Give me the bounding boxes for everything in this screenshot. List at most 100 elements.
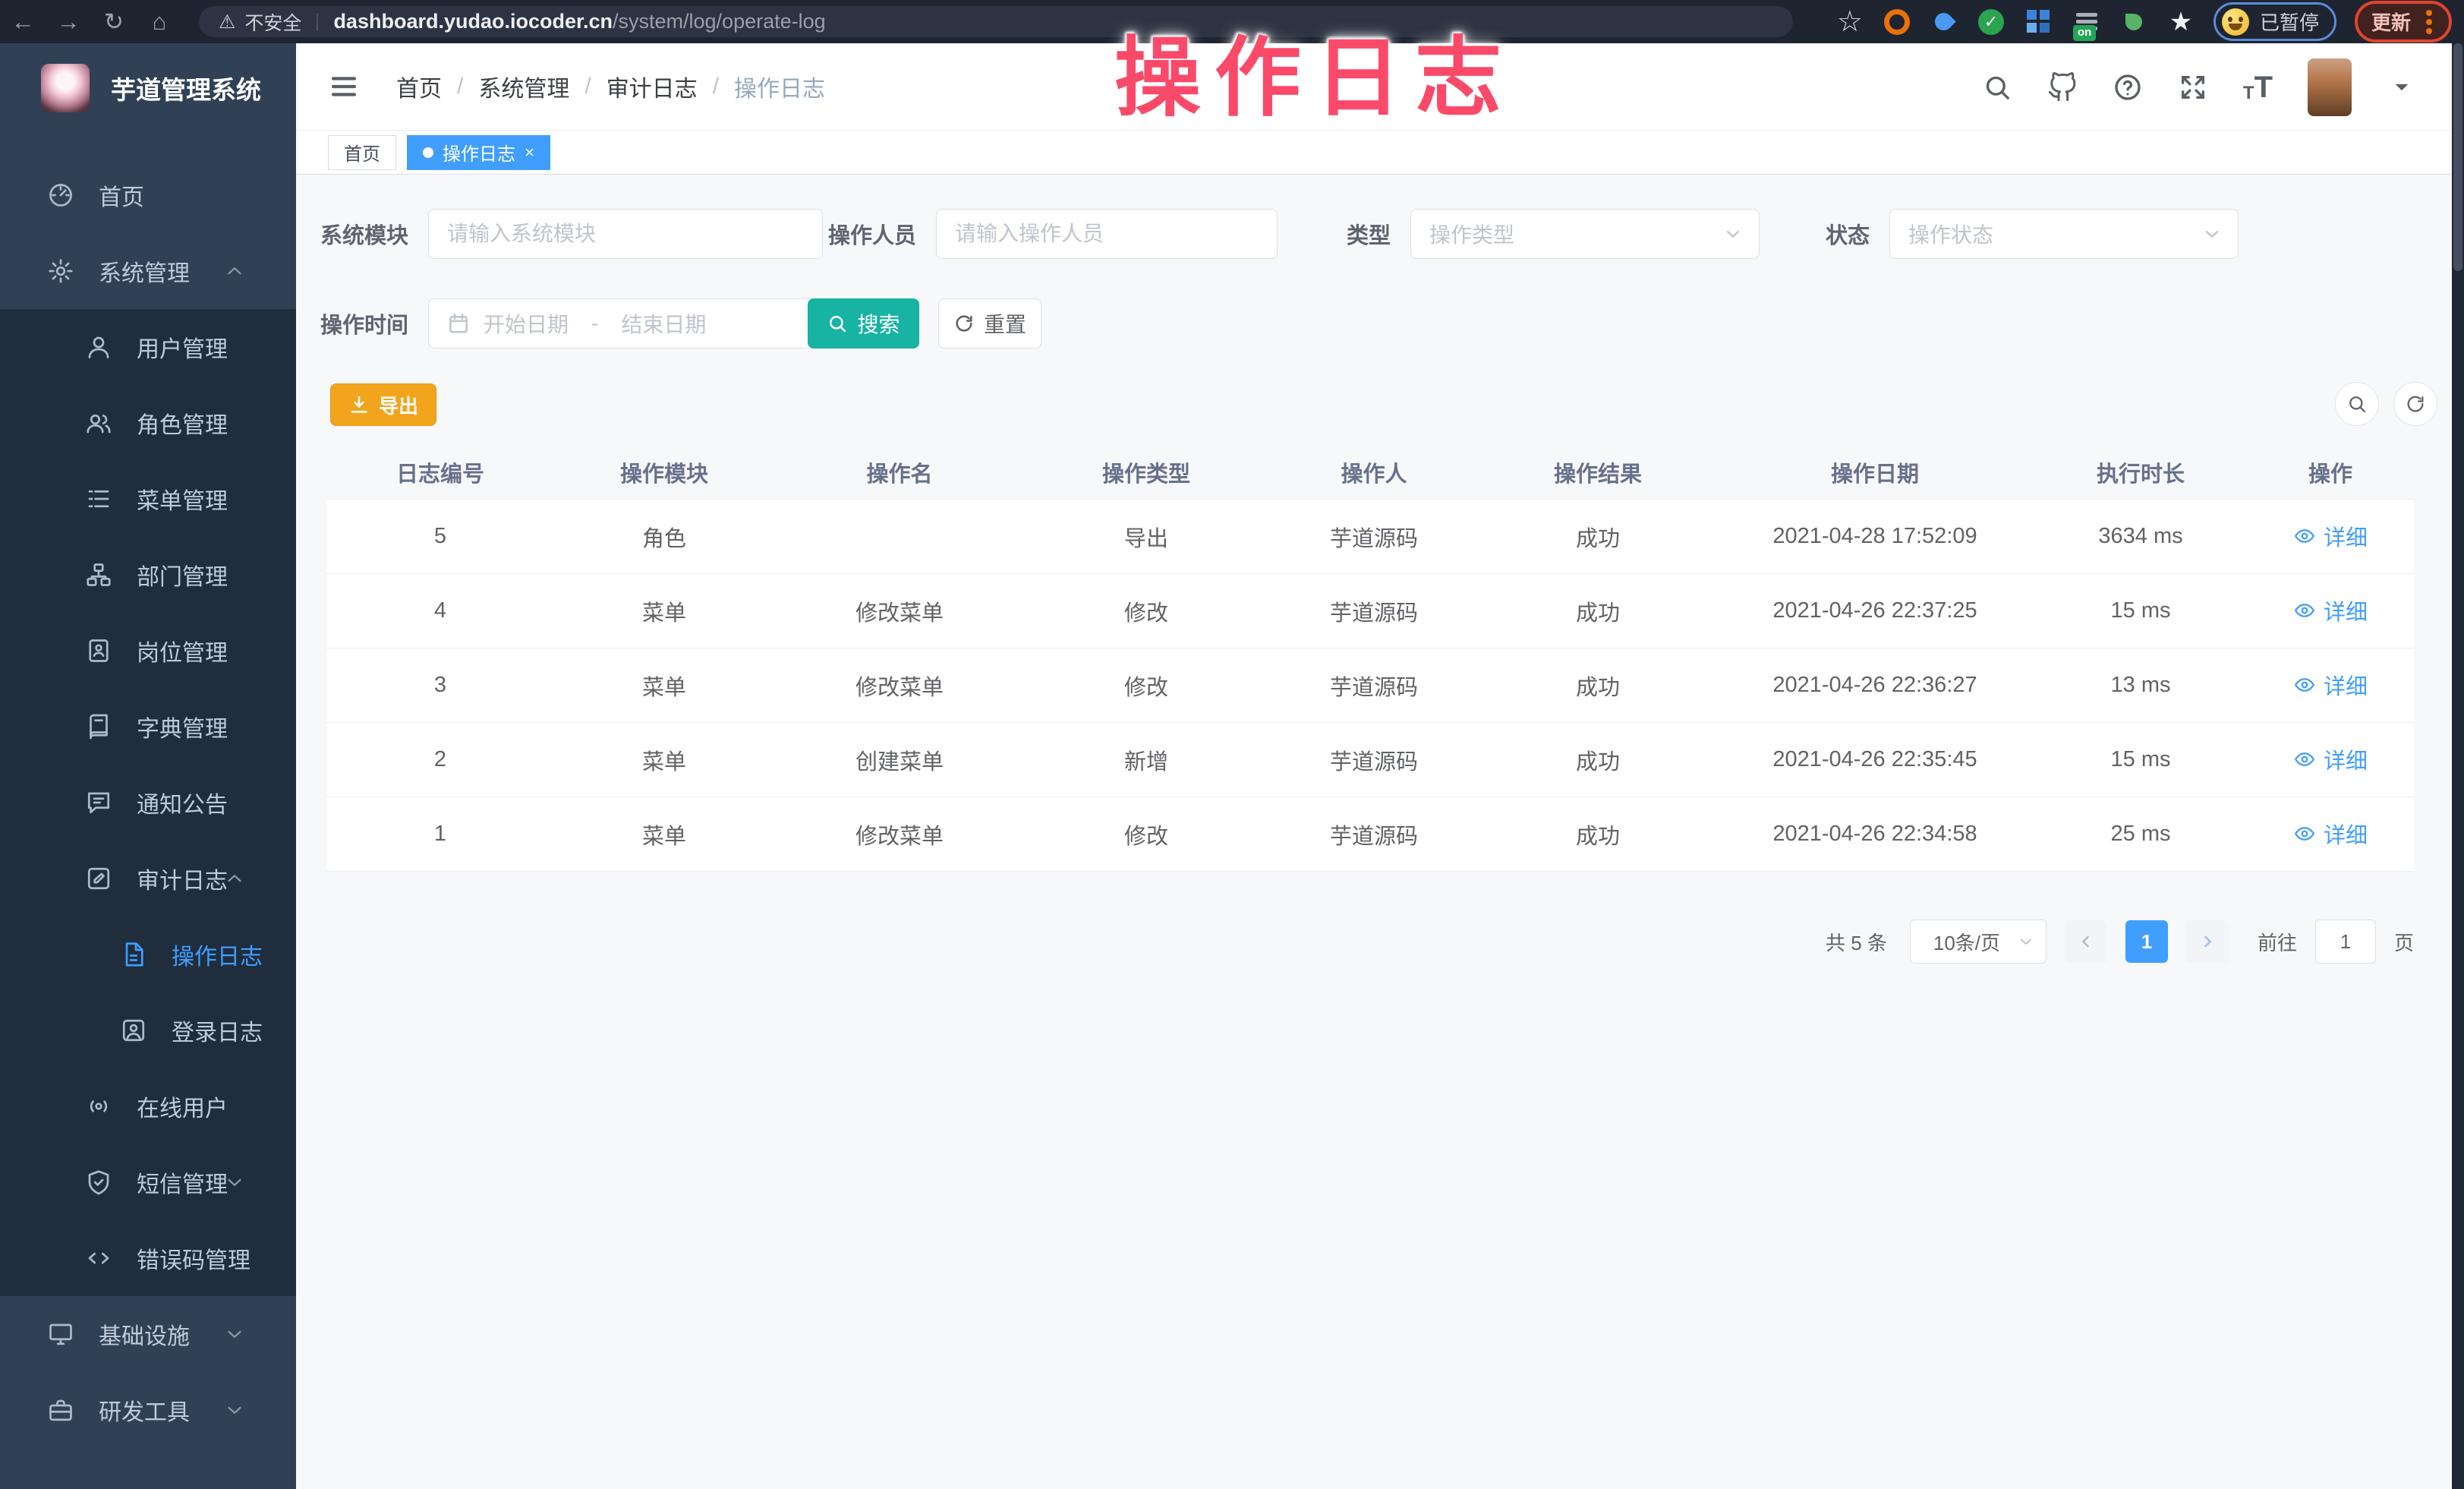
update-label: 更新 (2371, 8, 2411, 36)
avatar[interactable] (2308, 58, 2352, 116)
fullscreen-icon[interactable] (2178, 72, 2208, 103)
sidebar-item-operate-log[interactable]: 操作日志 (0, 916, 296, 992)
scrollbar-thumb[interactable] (2453, 43, 2462, 271)
breadcrumb-item[interactable]: 首页 (396, 70, 442, 103)
extension-green-check-icon[interactable] (1977, 8, 2006, 36)
document-icon (120, 941, 147, 968)
detail-link[interactable]: 详细 (2293, 520, 2368, 552)
sidebar-item-dev-tools[interactable]: 研发工具 (0, 1372, 296, 1448)
module-input[interactable] (428, 209, 823, 259)
pagination: 共 5 条 10条/页 1 前往 页 (1826, 920, 2414, 964)
table-row: 2菜单创建菜单新增芋道源码成功2021-04-26 22:35:4515 ms详… (326, 723, 2414, 797)
sidebar-item-login-log[interactable]: 登录日志 (0, 992, 296, 1068)
table-header-cell: 操作类型 (1025, 456, 1268, 488)
chevron-down-icon (1722, 223, 1744, 244)
next-page-button[interactable] (2186, 920, 2229, 963)
sidebar-item-label: 短信管理 (137, 1166, 228, 1199)
browser-update-button[interactable]: 更新 (2355, 1, 2452, 43)
github-icon[interactable] (2047, 72, 2078, 103)
browser-menu-icon[interactable] (2426, 19, 2432, 25)
detail-link[interactable]: 详细 (2293, 818, 2368, 850)
sidebar-item-notice-announcement[interactable]: 通知公告 (0, 765, 296, 841)
extension-orange-ring-icon[interactable] (1883, 8, 1911, 36)
reset-button-label: 重置 (984, 308, 1026, 339)
browser-back-icon[interactable]: ← (0, 0, 46, 43)
chevron-down-icon[interactable] (2387, 72, 2417, 103)
operator-input[interactable] (936, 209, 1278, 259)
table-cell: 成功 (1480, 521, 1716, 553)
extension-layers-icon[interactable]: on (2072, 8, 2101, 36)
font-size-icon[interactable]: TT (2243, 72, 2273, 103)
sidebar-item-infrastructure[interactable]: 基础设施 (0, 1296, 296, 1372)
extension-blue-drop-icon[interactable] (1930, 8, 1958, 36)
breadcrumb-separator: / (713, 74, 719, 99)
sidebar-item-role-management[interactable]: 角色管理 (0, 385, 296, 461)
sidebar-item-menu-management[interactable]: 菜单管理 (0, 461, 296, 537)
address-bar[interactable]: ⚠ 不安全 dashboard.yudao.iocoder.cn /system… (199, 6, 1793, 37)
page-number-button[interactable]: 1 (2125, 920, 2168, 963)
sidebar-item-label: 操作日志 (172, 938, 263, 971)
help-icon[interactable] (2113, 72, 2143, 103)
chevron-up-icon (223, 260, 246, 282)
tag-item[interactable]: 首页 (328, 135, 396, 170)
sidebar-item-dict-management[interactable]: 字典管理 (0, 689, 296, 765)
sidebar-item-dept-management[interactable]: 部门管理 (0, 537, 296, 613)
sidebar-item-sms-management[interactable]: 短信管理 (0, 1144, 296, 1220)
table-cell: 2021-04-26 22:36:27 (1716, 673, 2034, 698)
table-cell: 15 ms (2034, 598, 2247, 623)
table-cell: 1 (326, 822, 554, 847)
sidebar-item-post-management[interactable]: 岗位管理 (0, 613, 296, 689)
type-select[interactable]: 操作类型 (1410, 209, 1760, 259)
extension-blue-grid-icon[interactable] (2024, 8, 2054, 36)
date-range-input[interactable]: 开始日期 - 结束日期 (428, 298, 823, 349)
breadcrumb-item[interactable]: 审计日志 (607, 70, 698, 103)
search-icon[interactable] (1982, 72, 2012, 103)
breadcrumb-item[interactable]: 系统管理 (478, 70, 569, 103)
tag-dot-icon (423, 147, 433, 158)
dictionary-icon (85, 713, 112, 740)
table-cell: 菜单 (554, 744, 774, 776)
browser-reload-icon[interactable]: ↻ (91, 0, 137, 43)
sidebar-logo[interactable]: 芋道管理系统 (0, 43, 296, 133)
operate-log-table: 日志编号操作模块操作名操作类型操作人操作结果操作日期执行时长操作5角色导出芋道源… (326, 445, 2414, 872)
sidebar-item-home[interactable]: 首页 (0, 157, 296, 233)
sidebar-item-system-management[interactable]: 系统管理 (0, 233, 296, 309)
browser-home-icon[interactable]: ⌂ (137, 0, 182, 43)
bookmark-star-icon[interactable] (1835, 8, 1864, 36)
extension-white-star-icon[interactable] (2166, 8, 2195, 36)
export-button[interactable]: 导出 (330, 383, 436, 426)
sidebar-item-error-code-management[interactable]: 错误码管理 (0, 1220, 296, 1296)
security-label: 不安全 (244, 8, 301, 36)
refresh-table-button[interactable] (2393, 382, 2437, 426)
sidebar-item-online-users[interactable]: 在线用户 (0, 1068, 296, 1144)
sidebar-item-user-management[interactable]: 用户管理 (0, 309, 296, 385)
browser-forward-icon[interactable]: → (46, 0, 91, 43)
tag-active[interactable]: 操作日志× (407, 135, 550, 170)
toggle-search-button[interactable] (2335, 382, 2379, 426)
extension-paused-chip[interactable]: 已暂停 (2214, 2, 2336, 41)
close-icon[interactable]: × (525, 144, 534, 161)
prev-page-button[interactable] (2065, 920, 2107, 963)
detail-link[interactable]: 详细 (2293, 595, 2368, 626)
status-select[interactable]: 操作状态 (1889, 209, 2239, 259)
type-select-placeholder: 操作类型 (1429, 219, 1514, 249)
page-scrollbar[interactable] (2452, 43, 2464, 1489)
detail-link[interactable]: 详细 (2293, 669, 2368, 701)
sidebar-item-audit-log[interactable]: 审计日志 (0, 841, 296, 916)
detail-link[interactable]: 详细 (2293, 743, 2368, 775)
table-cell: 成功 (1480, 595, 1716, 627)
shield-check-icon (85, 1169, 112, 1196)
table-row: 5角色导出芋道源码成功2021-04-28 17:52:093634 ms详细 (326, 500, 2414, 574)
tag-label: 首页 (344, 139, 380, 166)
hamburger-icon[interactable] (328, 71, 360, 103)
eye-icon (2293, 748, 2316, 771)
goto-page-input[interactable] (2315, 920, 2376, 964)
status-label: 状态 (1826, 218, 1870, 250)
table-header-cell: 操作日期 (1716, 456, 2034, 488)
page-size-select[interactable]: 10条/页 (1910, 920, 2047, 964)
reset-button[interactable]: 重置 (938, 298, 1041, 349)
annotation-operate-log: 操作日志 (1114, 8, 1515, 133)
extension-green-leaf-icon[interactable] (2119, 8, 2148, 36)
table-header-cell: 操作名 (774, 456, 1025, 488)
search-button[interactable]: 搜索 (808, 298, 919, 349)
